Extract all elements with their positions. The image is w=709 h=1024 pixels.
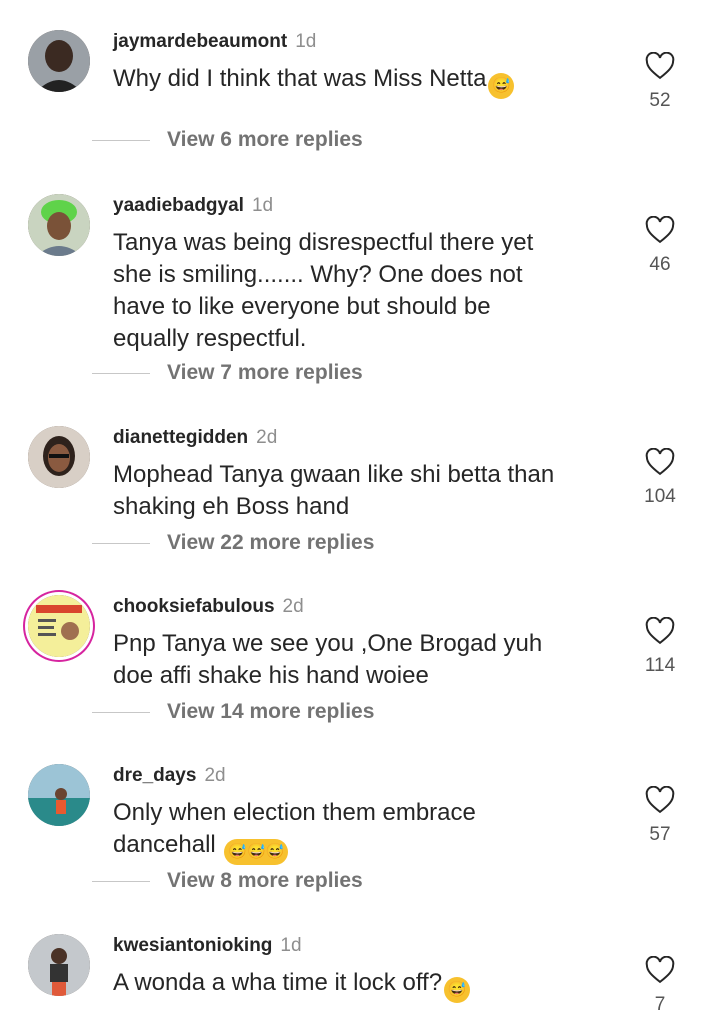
comment-meta: kwesiantonioking 1d	[113, 934, 302, 958]
view-replies-label: View 6 more replies	[167, 128, 363, 151]
comment-meta: yaadiebadgyal 1d	[113, 194, 273, 218]
username[interactable]: yaadiebadgyal	[113, 195, 244, 216]
like-group: 104	[640, 448, 680, 508]
avatar[interactable]	[28, 194, 90, 256]
comment-meta: dre_days 2d	[113, 764, 226, 788]
username[interactable]: dianettegidden	[113, 427, 248, 448]
like-count: 52	[649, 90, 671, 111]
username[interactable]: kwesiantonioking	[113, 935, 272, 956]
comment-body: Only when election them embrace dancehal…	[113, 799, 476, 858]
view-replies-button[interactable]: View 22 more replies	[92, 530, 374, 556]
timestamp: 2d	[282, 596, 304, 617]
username[interactable]: chooksiefabulous	[113, 596, 275, 617]
like-count: 114	[644, 655, 676, 676]
comment-body: Tanya was being disrespectful there yet …	[113, 229, 534, 352]
like-group: 114	[640, 617, 680, 677]
heart-icon[interactable]	[645, 448, 675, 476]
view-replies-button[interactable]: View 8 more replies	[92, 868, 363, 894]
username[interactable]: dre_days	[113, 765, 196, 786]
avatar[interactable]	[28, 30, 90, 92]
timestamp: 1d	[280, 935, 302, 956]
comment-text: Only when election them embrace dancehal…	[113, 797, 613, 865]
avatar[interactable]	[28, 934, 90, 996]
view-replies-label: View 22 more replies	[167, 531, 375, 554]
like-group: 46	[640, 216, 680, 276]
comment-body: Pnp Tanya we see you ,One Brogad yuh doe…	[113, 630, 543, 689]
view-replies-button[interactable]: View 6 more replies	[92, 127, 363, 153]
reply-divider	[92, 880, 150, 882]
reply-divider	[92, 542, 150, 544]
avatar[interactable]	[28, 764, 90, 826]
timestamp: 1d	[295, 31, 317, 52]
comment-body: Why did I think that was Miss Netta	[113, 65, 487, 92]
like-count: 46	[649, 254, 671, 275]
grinning-sweat-emoji: 😅	[444, 977, 471, 1003]
grinning-sweat-emoji: 😅😅😅	[224, 839, 289, 865]
heart-icon[interactable]	[645, 52, 675, 80]
like-group: 52	[640, 52, 680, 112]
avatar[interactable]	[28, 426, 90, 488]
view-replies-label: View 7 more replies	[167, 361, 363, 384]
view-replies-button[interactable]: View 7 more replies	[92, 360, 363, 386]
comment-text: Pnp Tanya we see you ,One Brogad yuh doe…	[113, 628, 613, 692]
comment-meta: jaymardebeaumont 1d	[113, 30, 316, 54]
reply-divider	[92, 372, 150, 374]
view-replies-button[interactable]: View 14 more replies	[92, 699, 374, 725]
timestamp: 2d	[204, 765, 226, 786]
heart-icon[interactable]	[645, 617, 675, 645]
comment-body: A wonda a wha time it lock off?	[113, 969, 443, 996]
comment-text: Mophead Tanya gwaan like shi betta than …	[113, 459, 613, 523]
reply-divider	[92, 711, 150, 713]
like-count: 7	[654, 994, 666, 1015]
comment-text: Tanya was being disrespectful there yet …	[113, 227, 613, 355]
comment-meta: chooksiefabulous 2d	[113, 595, 304, 619]
view-replies-label: View 14 more replies	[167, 700, 375, 723]
like-group: 57	[640, 786, 680, 846]
like-count: 57	[649, 824, 671, 845]
heart-icon[interactable]	[645, 216, 675, 244]
comment-text: Why did I think that was Miss Netta 😅	[113, 63, 613, 99]
view-replies-label: View 8 more replies	[167, 869, 363, 892]
heart-icon[interactable]	[645, 786, 675, 814]
like-count: 104	[644, 486, 676, 507]
like-group: 7	[640, 956, 680, 1016]
grinning-sweat-emoji: 😅	[488, 73, 515, 99]
reply-divider	[92, 139, 150, 141]
username[interactable]: jaymardebeaumont	[113, 31, 287, 52]
timestamp: 2d	[256, 427, 278, 448]
comment-body: Mophead Tanya gwaan like shi betta than …	[113, 461, 555, 520]
avatar[interactable]	[28, 595, 90, 657]
heart-icon[interactable]	[645, 956, 675, 984]
comment-text: A wonda a wha time it lock off? 😅	[113, 967, 613, 1003]
timestamp: 1d	[251, 195, 274, 216]
comment-meta: dianettegidden 2d	[113, 426, 277, 450]
